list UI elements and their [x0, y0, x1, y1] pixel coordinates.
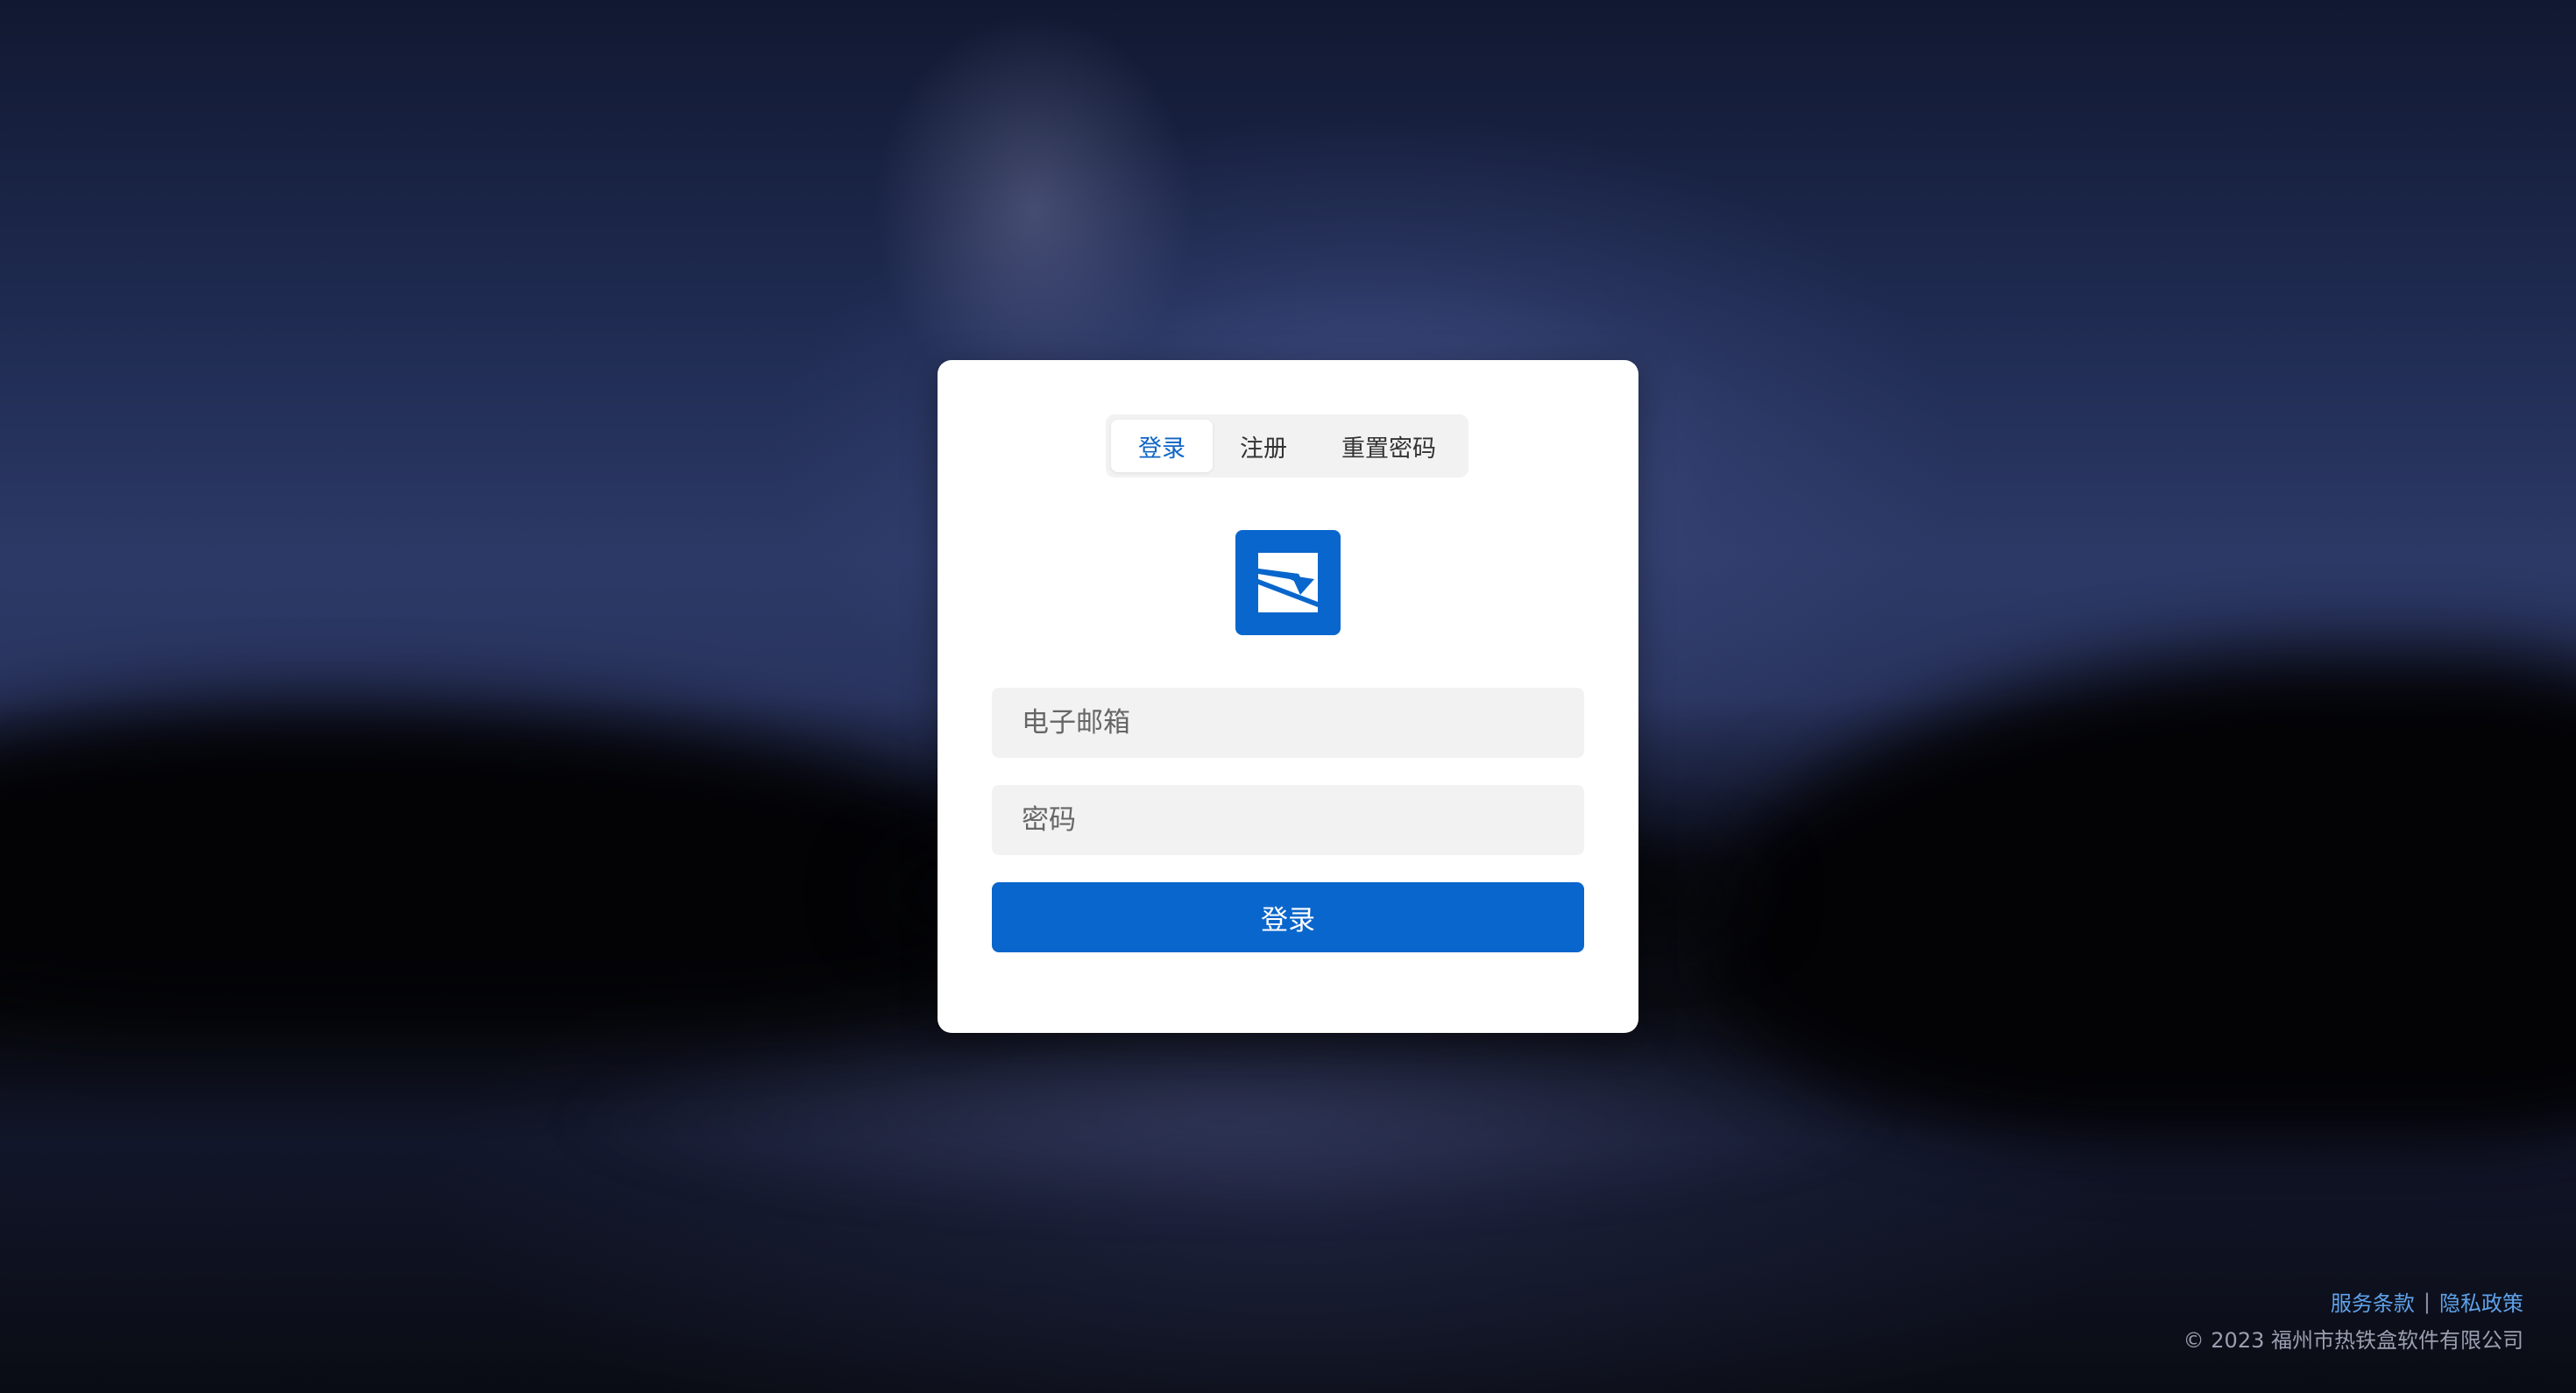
email-field[interactable]	[992, 688, 1584, 758]
auth-tabs: 登录 注册 重置密码	[1106, 414, 1468, 477]
tab-reset-password[interactable]: 重置密码	[1314, 420, 1463, 472]
tree-silhouette-right	[1709, 648, 2576, 1139]
privacy-link[interactable]: 隐私政策	[2439, 1286, 2523, 1317]
envelope-logo-icon	[1235, 530, 1341, 635]
tab-login[interactable]: 登录	[1111, 420, 1213, 472]
footer-separator: |	[2423, 1289, 2431, 1314]
terms-link[interactable]: 服务条款	[2331, 1286, 2415, 1317]
login-card: 登录 注册 重置密码 登录	[938, 360, 1638, 1033]
tree-silhouette-left	[0, 701, 1051, 1016]
password-field[interactable]	[992, 785, 1584, 855]
login-button[interactable]: 登录	[992, 882, 1584, 952]
footer-links: 服务条款 | 隐私政策	[2331, 1286, 2523, 1317]
copyright-text: © 2023 福州市热铁盒软件有限公司	[2183, 1328, 2523, 1353]
tab-register[interactable]: 注册	[1213, 420, 1314, 472]
